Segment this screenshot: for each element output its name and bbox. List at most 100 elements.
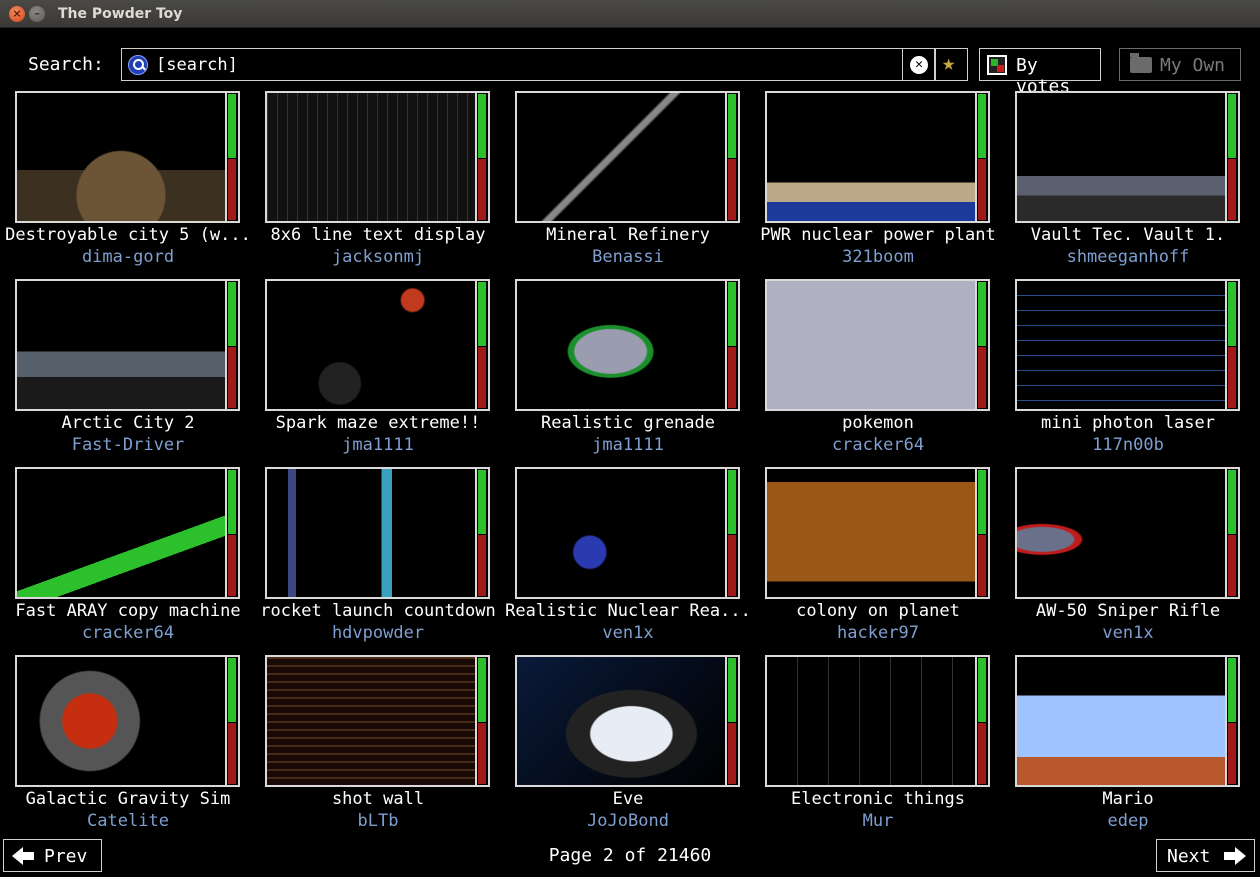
save-thumbnail[interactable] bbox=[15, 467, 227, 599]
save-thumbnail[interactable] bbox=[265, 91, 477, 223]
save-thumbnail[interactable] bbox=[515, 279, 727, 411]
save-title[interactable]: Destroyable city 5 (w... bbox=[1, 225, 255, 245]
save-card[interactable]: Realistic Nuclear Rea... ven1x bbox=[505, 467, 751, 645]
save-title[interactable]: Realistic grenade bbox=[501, 413, 755, 433]
save-card[interactable]: Mineral Refinery Benassi bbox=[515, 91, 741, 269]
save-title[interactable]: Electronic things bbox=[751, 789, 1005, 809]
save-thumbnail[interactable] bbox=[15, 279, 227, 411]
save-thumbnail[interactable] bbox=[765, 467, 977, 599]
favorites-button[interactable]: ★ bbox=[935, 48, 968, 81]
save-author[interactable]: bLTb bbox=[251, 811, 505, 831]
save-author[interactable]: hdvpowder bbox=[251, 623, 505, 643]
save-title[interactable]: Arctic City 2 bbox=[1, 413, 255, 433]
next-page-button[interactable]: Next bbox=[1156, 839, 1255, 872]
save-title[interactable]: Vault Tec. Vault 1. bbox=[1001, 225, 1255, 245]
save-title[interactable]: PWR nuclear power plant bbox=[751, 225, 1005, 245]
save-card[interactable]: Electronic things Mur bbox=[765, 655, 991, 833]
save-thumbnail[interactable] bbox=[515, 467, 727, 599]
save-thumbnail[interactable] bbox=[1015, 467, 1227, 599]
save-author[interactable]: jma1111 bbox=[501, 435, 755, 455]
save-title[interactable]: 8x6 line text display bbox=[251, 225, 505, 245]
save-title[interactable]: Spark maze extreme!! bbox=[251, 413, 505, 433]
save-card[interactable]: Spark maze extreme!! jma1111 bbox=[265, 279, 491, 457]
save-card[interactable]: Galactic Gravity Sim Catelite bbox=[15, 655, 241, 833]
save-card[interactable]: Destroyable city 5 (w... dima-gord bbox=[5, 91, 251, 269]
search-input[interactable]: [search] bbox=[121, 48, 903, 81]
save-author[interactable]: 117n00b bbox=[1001, 435, 1255, 455]
save-author[interactable]: ven1x bbox=[501, 623, 755, 643]
save-title[interactable]: Mario bbox=[1001, 789, 1255, 809]
save-author[interactable]: hacker97 bbox=[751, 623, 1005, 643]
vote-bar bbox=[477, 467, 490, 599]
minimize-window-icon[interactable]: – bbox=[29, 6, 45, 22]
save-title[interactable]: shot wall bbox=[251, 789, 505, 809]
save-author[interactable]: Mur bbox=[751, 811, 1005, 831]
my-own-button[interactable]: My Own bbox=[1119, 48, 1241, 81]
save-thumbnail[interactable] bbox=[15, 91, 227, 223]
vote-bar bbox=[977, 467, 990, 599]
save-card[interactable]: Eve JoJoBond bbox=[515, 655, 741, 833]
save-author[interactable]: jma1111 bbox=[251, 435, 505, 455]
save-card[interactable]: AW-50 Sniper Rifle ven1x bbox=[1015, 467, 1241, 645]
save-author[interactable]: cracker64 bbox=[751, 435, 1005, 455]
save-title[interactable]: mini photon laser bbox=[1001, 413, 1255, 433]
save-card[interactable]: Realistic grenade jma1111 bbox=[515, 279, 741, 457]
save-author[interactable]: jacksonmj bbox=[251, 247, 505, 267]
save-title[interactable]: rocket launch countdown bbox=[251, 601, 505, 621]
save-card[interactable]: Fast ARAY copy machine cracker64 bbox=[15, 467, 241, 645]
save-card[interactable]: pokemon cracker64 bbox=[765, 279, 991, 457]
close-window-icon[interactable]: × bbox=[9, 6, 25, 22]
save-author[interactable]: dima-gord bbox=[1, 247, 255, 267]
vote-up-bar bbox=[1228, 470, 1236, 534]
save-author[interactable]: JoJoBond bbox=[501, 811, 755, 831]
save-author[interactable]: 321boom bbox=[751, 247, 1005, 267]
save-thumbnail[interactable] bbox=[765, 91, 977, 223]
save-title[interactable]: Mineral Refinery bbox=[501, 225, 755, 245]
sort-icon bbox=[987, 55, 1007, 75]
save-card[interactable]: mini photon laser 117n00b bbox=[1015, 279, 1241, 457]
vote-up-bar bbox=[228, 282, 236, 346]
save-title[interactable]: Galactic Gravity Sim bbox=[1, 789, 255, 809]
save-title[interactable]: AW-50 Sniper Rifle bbox=[1001, 601, 1255, 621]
save-author[interactable]: shmeeganhoff bbox=[1001, 247, 1255, 267]
save-thumbnail[interactable] bbox=[765, 655, 977, 787]
vote-up-bar bbox=[228, 470, 236, 534]
save-thumbnail[interactable] bbox=[265, 655, 477, 787]
vote-up-bar bbox=[1228, 658, 1236, 722]
save-thumbnail[interactable] bbox=[1015, 91, 1227, 223]
vote-down-bar bbox=[728, 159, 736, 220]
save-thumbnail[interactable] bbox=[1015, 279, 1227, 411]
save-card[interactable]: Arctic City 2 Fast-Driver bbox=[15, 279, 241, 457]
save-author[interactable]: Benassi bbox=[501, 247, 755, 267]
save-card[interactable]: 8x6 line text display jacksonmj bbox=[265, 91, 491, 269]
save-thumbnail[interactable] bbox=[515, 91, 727, 223]
save-author[interactable]: ven1x bbox=[1001, 623, 1255, 643]
save-title[interactable]: pokemon bbox=[751, 413, 1005, 433]
save-thumbnail[interactable] bbox=[265, 467, 477, 599]
vote-bar bbox=[227, 467, 240, 599]
save-title[interactable]: Realistic Nuclear Rea... bbox=[501, 601, 755, 621]
save-card[interactable]: rocket launch countdown hdvpowder bbox=[260, 467, 496, 645]
save-author[interactable]: Fast-Driver bbox=[1, 435, 255, 455]
sort-button[interactable]: By votes bbox=[979, 48, 1101, 97]
prev-page-button[interactable]: Prev bbox=[3, 839, 102, 872]
save-title[interactable]: Eve bbox=[501, 789, 755, 809]
save-thumbnail[interactable] bbox=[15, 655, 227, 787]
save-thumbnail[interactable] bbox=[265, 279, 477, 411]
save-author[interactable]: Catelite bbox=[1, 811, 255, 831]
vote-down-bar bbox=[978, 535, 986, 596]
save-card[interactable]: PWR nuclear power plant 321boom bbox=[760, 91, 996, 269]
save-thumbnail[interactable] bbox=[515, 655, 727, 787]
save-card[interactable]: colony on planet hacker97 bbox=[765, 467, 991, 645]
save-thumbnail[interactable] bbox=[765, 279, 977, 411]
clear-search-button[interactable]: ✕ bbox=[902, 48, 935, 81]
save-card[interactable]: Vault Tec. Vault 1. shmeeganhoff bbox=[1015, 91, 1241, 269]
save-author[interactable]: cracker64 bbox=[1, 623, 255, 643]
save-card[interactable]: shot wall bLTb bbox=[265, 655, 491, 833]
save-author[interactable]: edep bbox=[1001, 811, 1255, 831]
save-thumbnail[interactable] bbox=[1015, 655, 1227, 787]
save-title[interactable]: Fast ARAY copy machine bbox=[1, 601, 255, 621]
save-title[interactable]: colony on planet bbox=[751, 601, 1005, 621]
save-card[interactable]: Mario edep bbox=[1015, 655, 1241, 833]
vote-bar bbox=[477, 91, 490, 223]
